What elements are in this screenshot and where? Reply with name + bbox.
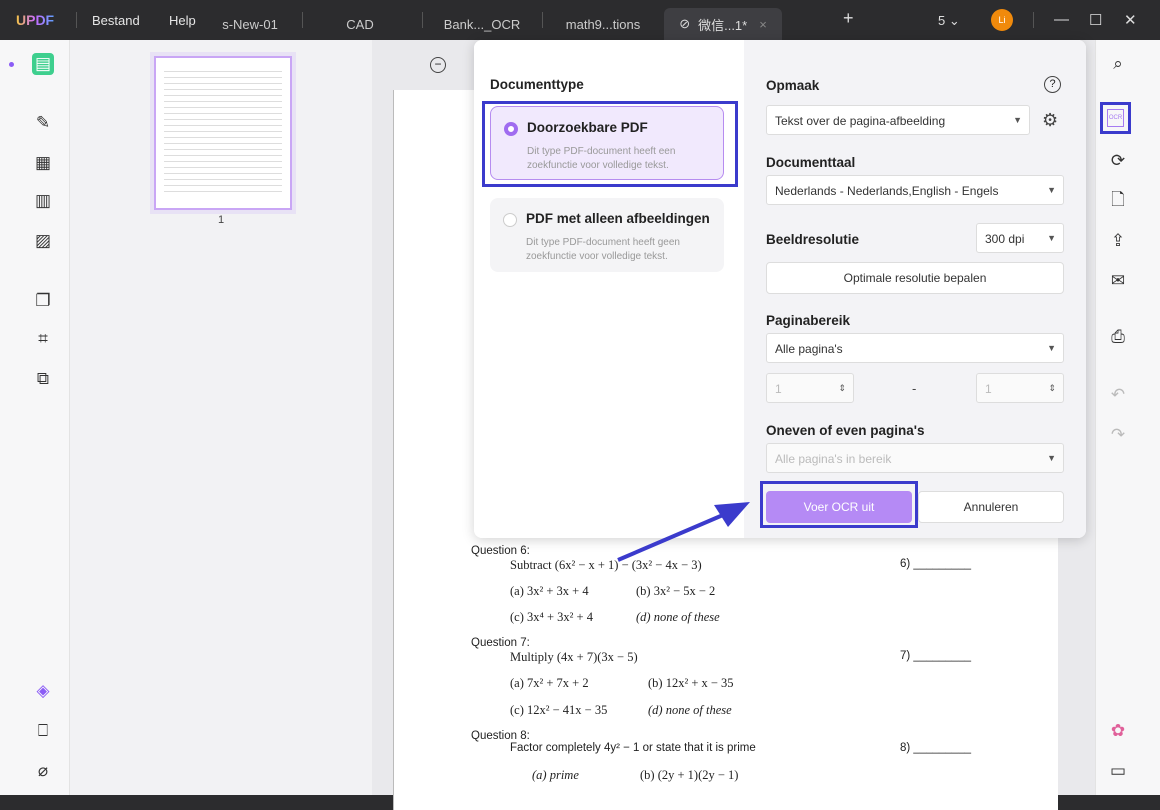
annotation-arrow — [617, 502, 750, 562]
